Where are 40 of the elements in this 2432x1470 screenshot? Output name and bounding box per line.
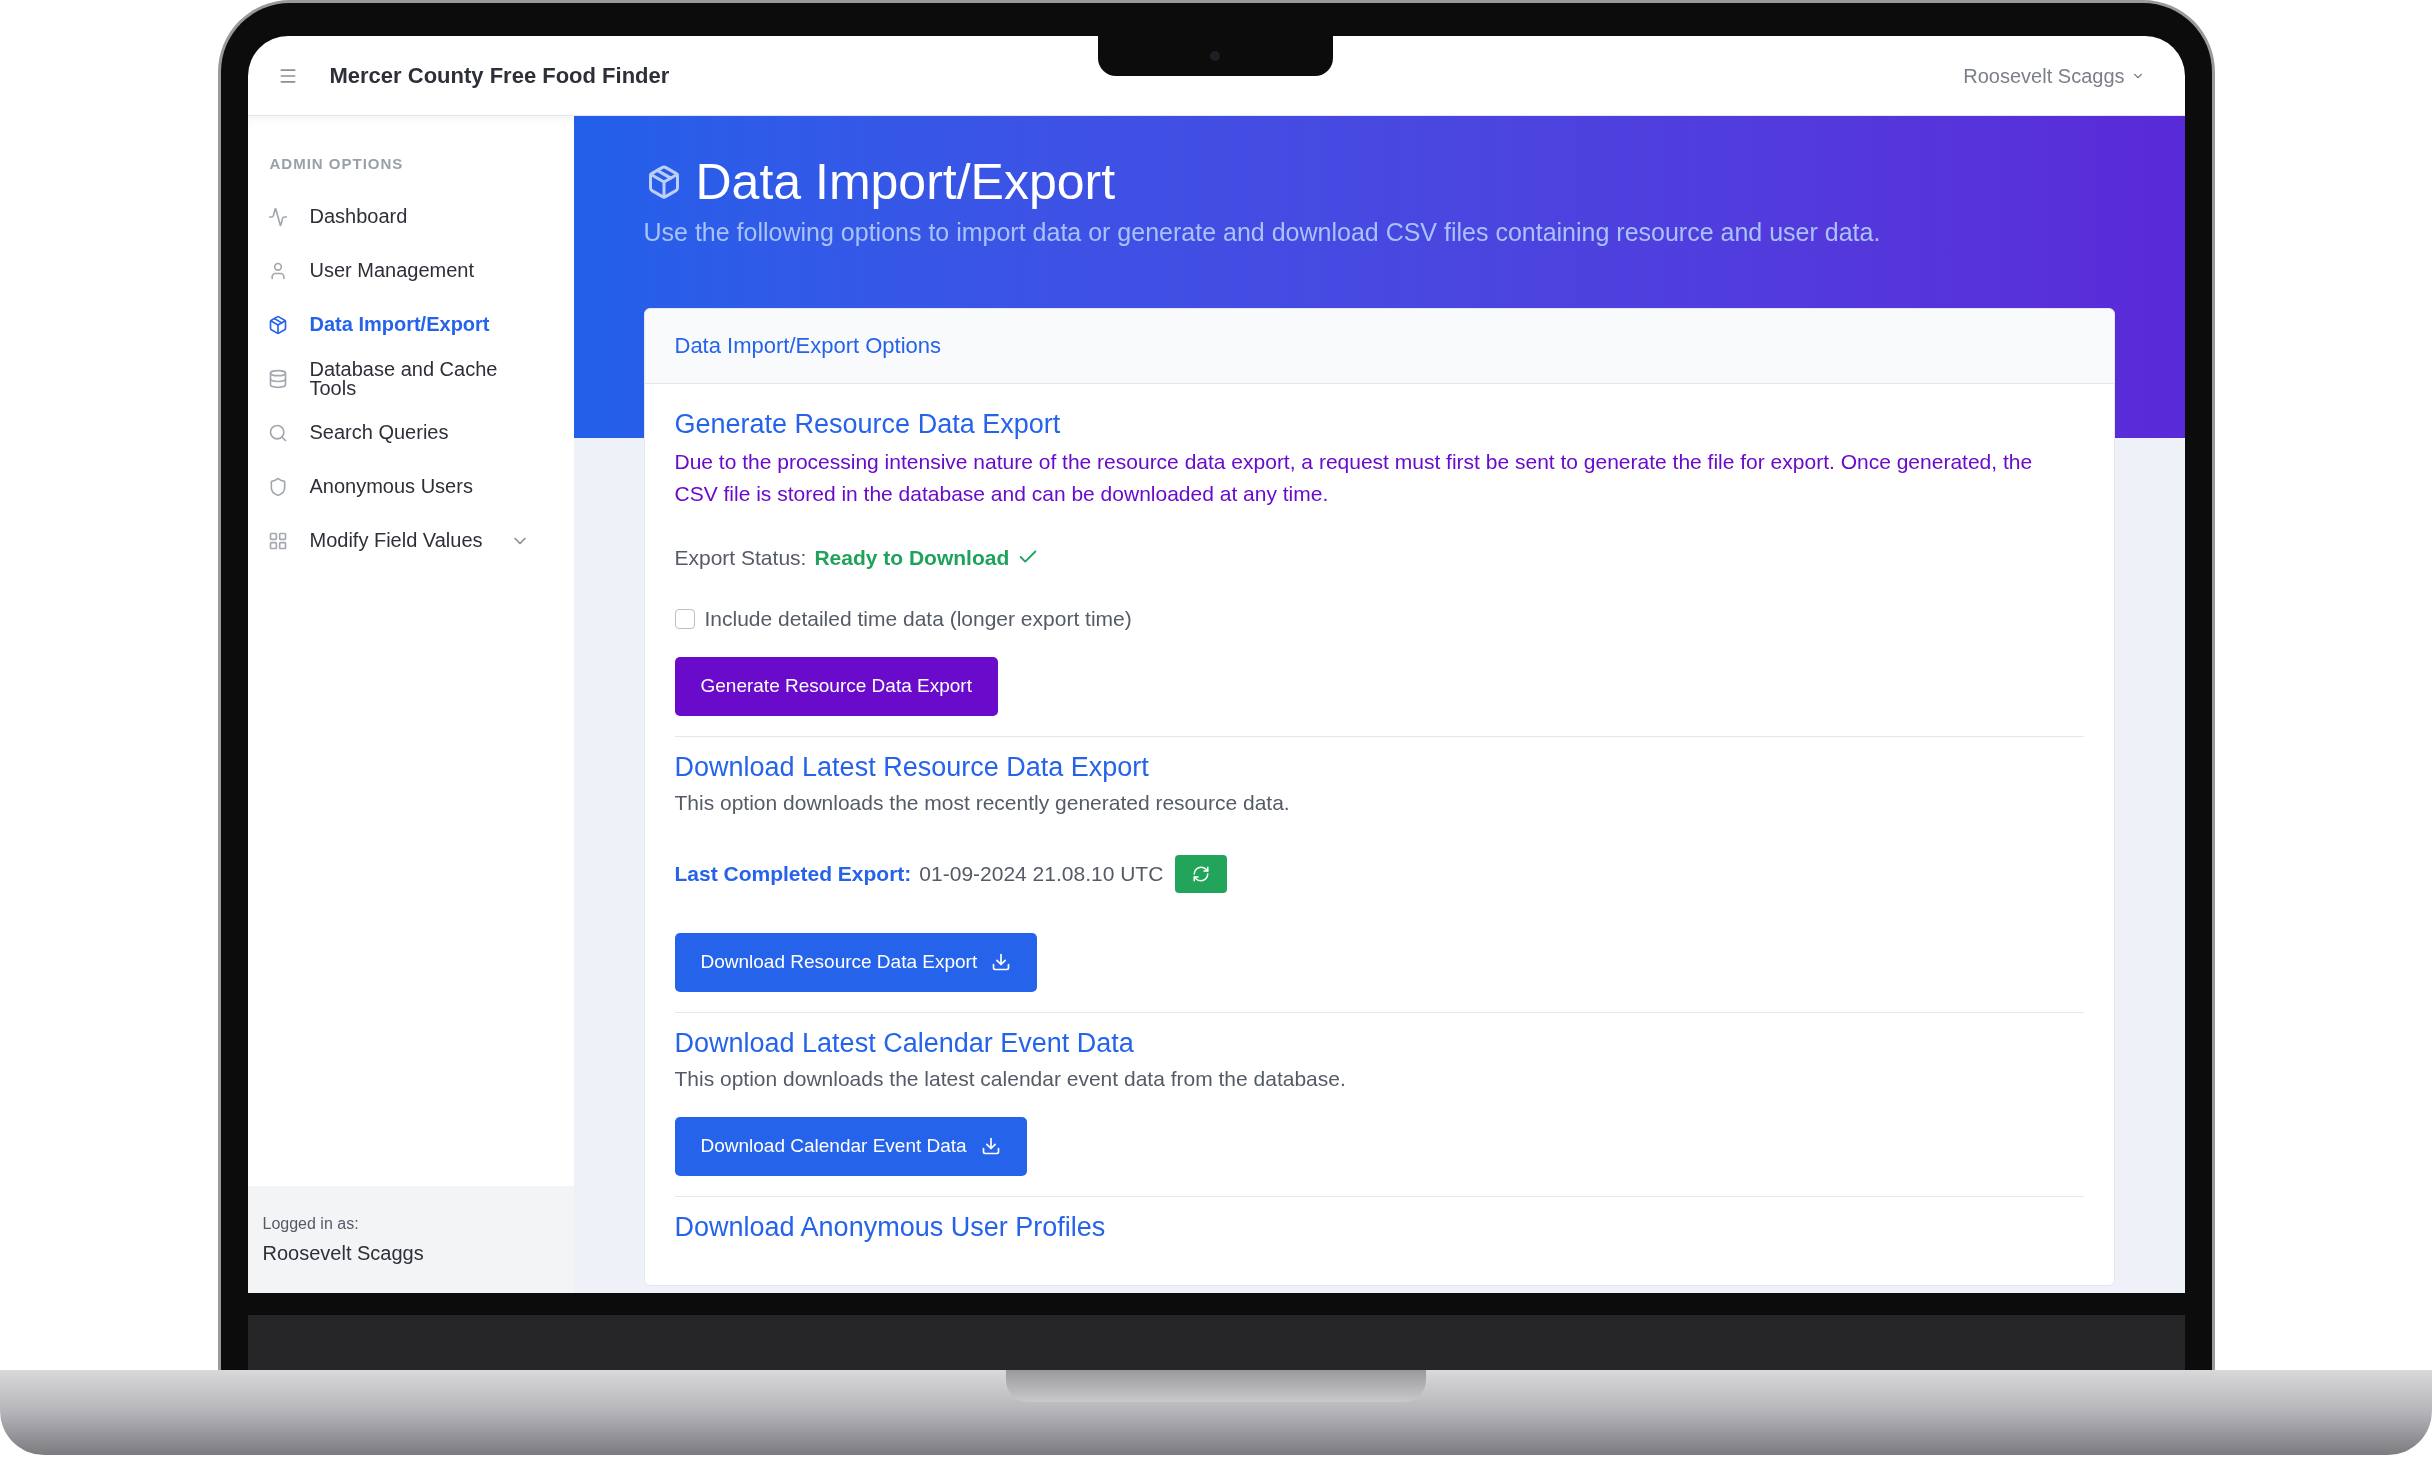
page-subtitle: Use the following options to import data or generate and download CSV files containing resource and user data. xyxy=(643,217,1882,248)
sidebar-item[interactable]: Anonymous Users xyxy=(247,459,574,514)
sidebar-item[interactable]: Data Import/Export xyxy=(247,297,574,352)
search-icon xyxy=(267,422,288,443)
user-menu[interactable]: Roosevelt Scaggs xyxy=(1963,60,2145,91)
sidebar-item[interactable]: User Management xyxy=(247,243,574,298)
checkbox-label: Include detailed time data (longer export time) xyxy=(704,606,1132,632)
refresh-button[interactable] xyxy=(1175,854,1228,893)
download-icon xyxy=(980,1136,1001,1156)
last-export-label: Last Completed Export: xyxy=(674,860,912,887)
section-heading: Download Latest Resource Data Export xyxy=(674,750,1150,784)
checkbox[interactable] xyxy=(674,608,695,629)
section-heading: Generate Resource Data Export xyxy=(674,407,1062,441)
download-icon xyxy=(991,952,1012,972)
database-icon xyxy=(267,368,288,389)
refresh-icon xyxy=(1192,864,1211,883)
sidebar-item[interactable]: Database and Cache Tools xyxy=(247,351,574,406)
page-title: Data Import/Export xyxy=(695,153,1116,212)
section-heading: Download Latest Calendar Event Data xyxy=(674,1026,1135,1060)
logged-in-user: Roosevelt Scaggs xyxy=(262,1241,425,1266)
action-button[interactable]: Download Resource Data Export xyxy=(674,932,1038,992)
sidebar-item[interactable]: Search Queries xyxy=(247,405,574,460)
last-export-time: 01-09-2024 21.08.10 UTC xyxy=(919,860,1164,887)
action-button[interactable]: Download Calendar Event Data xyxy=(674,1116,1027,1176)
section-description: This option downloads the most recently generated resource data. xyxy=(674,789,1291,816)
section-description: This option downloads the latest calendar event data from the database. xyxy=(674,1065,1347,1092)
sidebar-item[interactable]: Dashboard xyxy=(247,189,574,244)
action-button[interactable]: Generate Resource Data Export xyxy=(674,656,998,716)
sidebar-item[interactable]: Modify Field Values xyxy=(247,513,574,568)
sidebar-section-title: ADMIN OPTIONS xyxy=(269,154,405,174)
card-header: Data Import/Export Options xyxy=(644,308,2114,384)
grid-icon xyxy=(267,530,288,551)
section-heading: Download Anonymous User Profiles xyxy=(674,1210,1107,1244)
pulse-icon xyxy=(267,206,288,227)
logged-in-caption: Logged in as: xyxy=(262,1214,360,1234)
app-title: Mercer County Free Food Finder xyxy=(329,62,670,90)
status-value: Ready to Download xyxy=(814,544,1010,571)
status-label: Export Status: xyxy=(674,544,807,571)
package-icon xyxy=(267,314,288,335)
section-note: Due to the processing intensive nature of the resource data export, a request must first be sent to generate the file for export. Once generated, the CSV file is stored in the database and can be downloaded at any time. xyxy=(674,448,2034,507)
